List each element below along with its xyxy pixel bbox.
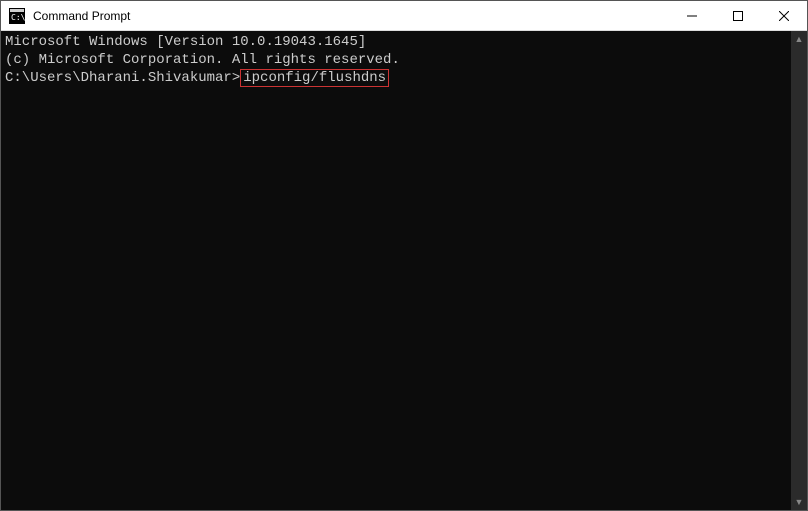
cmd-icon: C:\ xyxy=(9,8,25,24)
command-prompt-window: C:\ Command Prompt Microsoft Windows [Ve… xyxy=(0,0,808,511)
svg-text:C:\: C:\ xyxy=(11,13,25,22)
terminal-line: Microsoft Windows [Version 10.0.19043.16… xyxy=(5,33,787,51)
scroll-up-arrow-icon[interactable]: ▲ xyxy=(791,31,807,47)
terminal-command-highlight: ipconfig/flushdns xyxy=(240,69,389,87)
terminal-area: Microsoft Windows [Version 10.0.19043.16… xyxy=(1,31,807,510)
window-title: Command Prompt xyxy=(33,9,669,23)
terminal-prompt: C:\Users\Dharani.Shivakumar> xyxy=(5,70,240,86)
minimize-button[interactable] xyxy=(669,1,715,31)
terminal-prompt-line: C:\Users\Dharani.Shivakumar>ipconfig/flu… xyxy=(5,69,787,87)
titlebar[interactable]: C:\ Command Prompt xyxy=(1,1,807,31)
terminal-line: (c) Microsoft Corporation. All rights re… xyxy=(5,51,787,69)
scroll-down-arrow-icon[interactable]: ▼ xyxy=(791,494,807,510)
close-button[interactable] xyxy=(761,1,807,31)
terminal-output[interactable]: Microsoft Windows [Version 10.0.19043.16… xyxy=(1,31,791,510)
window-controls xyxy=(669,1,807,31)
maximize-button[interactable] xyxy=(715,1,761,31)
vertical-scrollbar[interactable]: ▲ ▼ xyxy=(791,31,807,510)
